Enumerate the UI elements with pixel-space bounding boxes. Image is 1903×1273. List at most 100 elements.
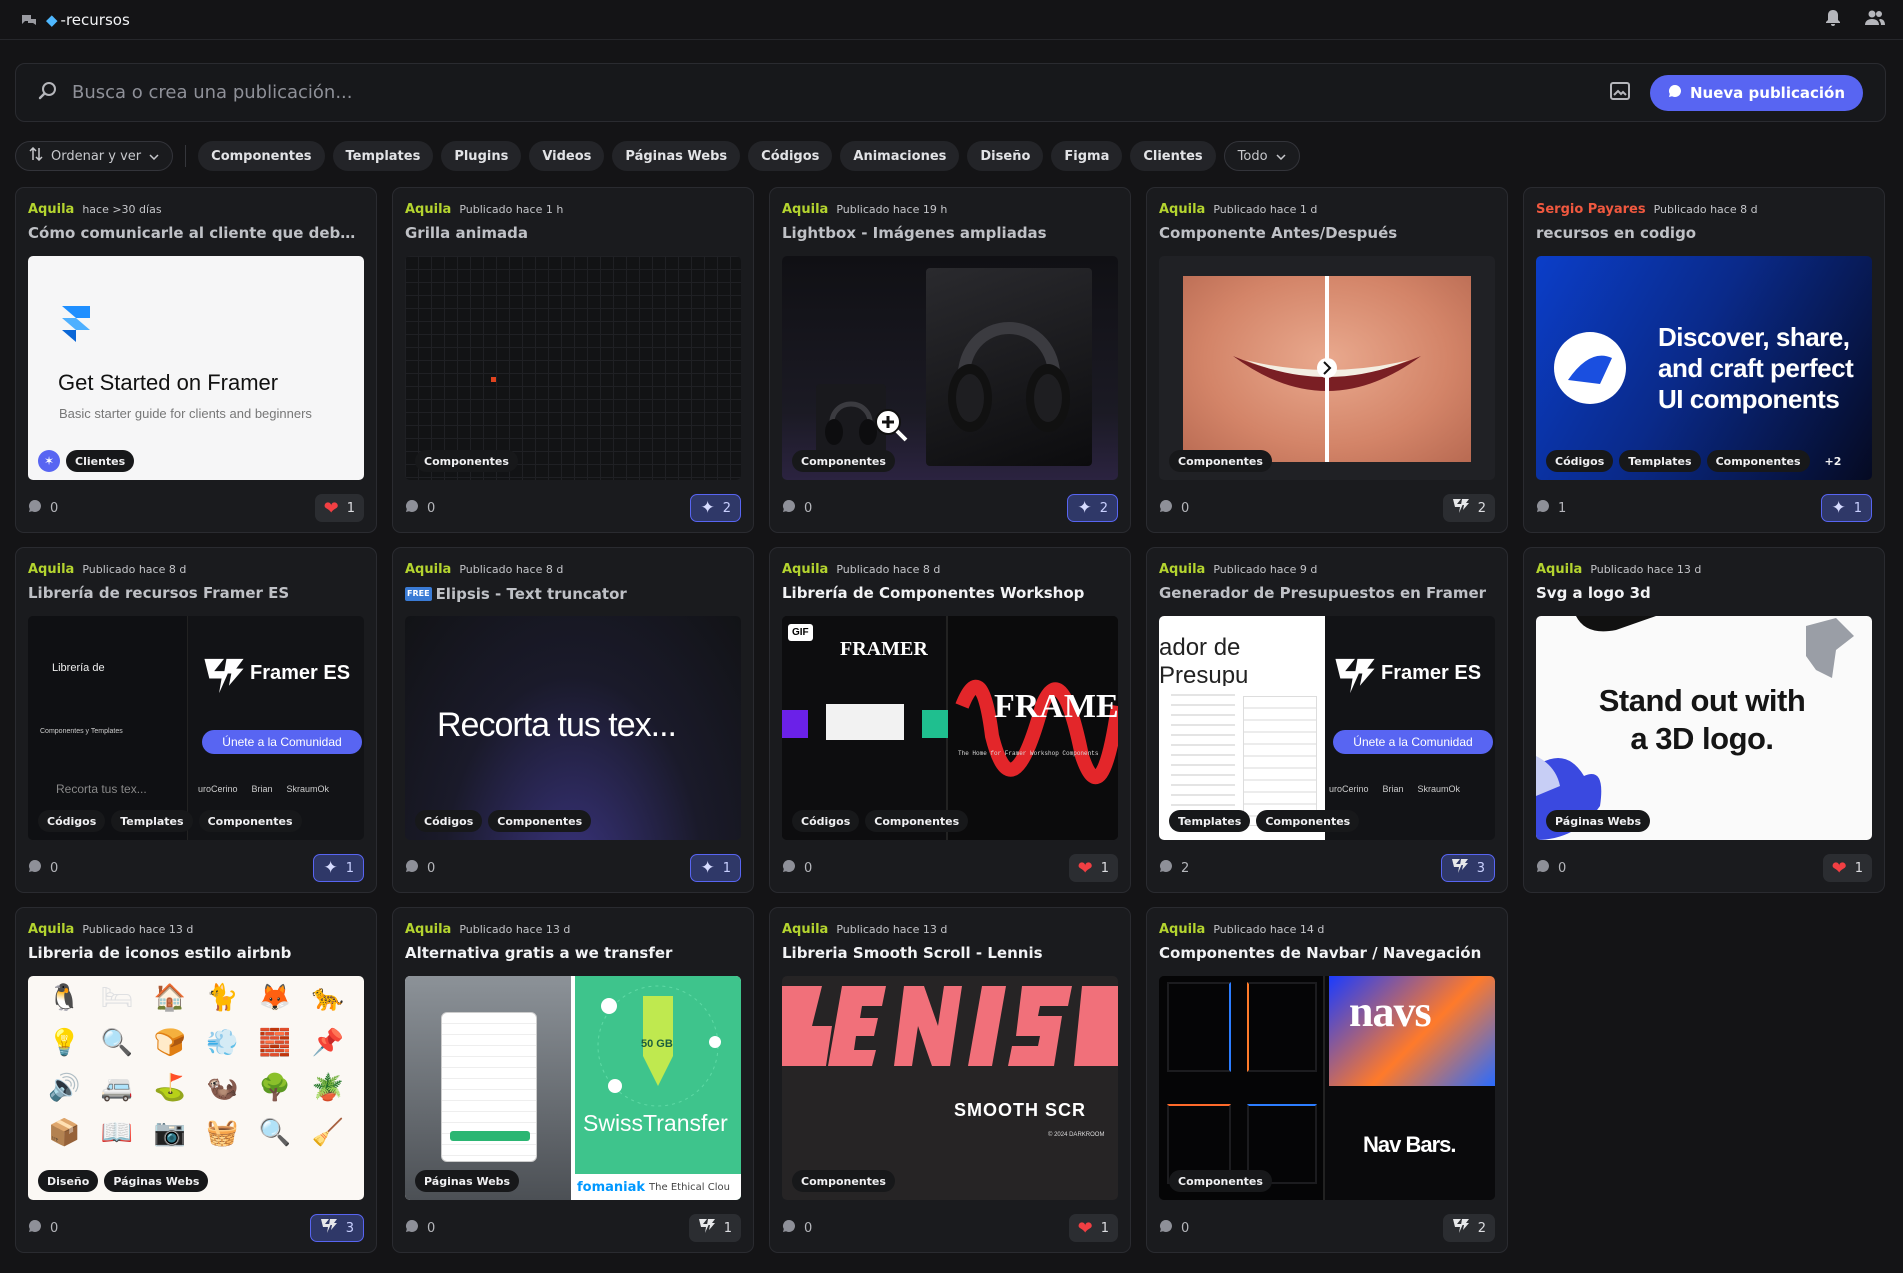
tag-filter-paginas-webs[interactable]: Páginas Webs xyxy=(612,141,741,171)
post-author[interactable]: Aquila xyxy=(1159,202,1205,217)
sort-and-view-dropdown[interactable]: Ordenar y ver xyxy=(15,141,174,171)
post-tag[interactable]: Componentes xyxy=(415,450,518,472)
post-tag[interactable]: Diseño xyxy=(38,1170,99,1192)
reaction-button[interactable]: ✦ 2 xyxy=(1067,494,1118,522)
post-card[interactable]: Aquila Publicado hace 1 d Componente Ante… xyxy=(1146,187,1508,533)
reaction-button[interactable]: ❤ 1 xyxy=(1822,854,1872,882)
member-list-icon[interactable] xyxy=(1865,9,1885,31)
reaction-count: 1 xyxy=(723,1220,732,1236)
post-tag[interactable]: Códigos xyxy=(38,810,106,832)
post-author[interactable]: Aquila xyxy=(782,562,828,577)
post-author[interactable]: Aquila xyxy=(782,202,828,217)
post-author[interactable]: Aquila xyxy=(1536,562,1582,577)
post-author[interactable]: Aquila xyxy=(28,202,74,217)
media-toggle-icon[interactable] xyxy=(1610,81,1630,105)
comment-count: 0 xyxy=(50,860,59,876)
tag-filter-figma[interactable]: Figma xyxy=(1051,141,1123,171)
notification-bell-icon[interactable] xyxy=(1825,9,1841,31)
post-thumbnail: Stand out with a 3D logo. Páginas Webs xyxy=(1536,616,1872,840)
tag-filter-animaciones[interactable]: Animaciones xyxy=(840,141,960,171)
post-tag[interactable]: Componentes xyxy=(1706,450,1810,472)
post-tag[interactable]: Componentes xyxy=(1169,1170,1272,1192)
post-tag[interactable]: Clientes xyxy=(66,450,135,472)
more-tags-count[interactable]: +2 xyxy=(1816,450,1851,472)
reaction-button[interactable]: ✦ 2 xyxy=(690,494,741,522)
post-tag[interactable]: Templates xyxy=(1619,450,1701,472)
post-tag[interactable]: Códigos xyxy=(1546,450,1614,472)
reaction-button[interactable]: 2 xyxy=(1442,1214,1495,1242)
post-tag[interactable]: Componentes xyxy=(198,810,302,832)
post-card[interactable]: Aquila Publicado hace 13 d Libreria de ic… xyxy=(15,907,377,1253)
reaction-button[interactable]: ❤ 1 xyxy=(1068,1214,1118,1242)
post-author[interactable]: Aquila xyxy=(1159,922,1205,937)
post-tag[interactable]: Componentes xyxy=(1256,810,1360,832)
post-card[interactable]: Aquila Publicado hace 13 d Libreria Smoot… xyxy=(769,907,1131,1253)
post-card[interactable]: Aquila Publicado hace 1 h Grilla animada … xyxy=(392,187,754,533)
post-tag[interactable]: Páginas Webs xyxy=(1546,810,1651,832)
van-icon: 🚐 xyxy=(100,1072,134,1103)
post-card[interactable]: Aquila Publicado hace 8 d FREE Elipsis - … xyxy=(392,547,754,893)
reaction-button[interactable]: ✦ 1 xyxy=(313,854,364,882)
tag-filter-plugins[interactable]: Plugins xyxy=(441,141,522,171)
post-author[interactable]: Aquila xyxy=(405,202,451,217)
post-author[interactable]: Aquila xyxy=(28,922,74,937)
reaction-button[interactable]: 3 xyxy=(309,1214,364,1242)
post-title: Cómo comunicarle al cliente que debe adq… xyxy=(28,224,364,242)
reaction-button[interactable]: ❤ 1 xyxy=(1068,854,1118,882)
tag-filter-clientes[interactable]: Clientes xyxy=(1130,141,1216,171)
post-footer: 0 ✦ 2 xyxy=(405,492,741,524)
post-card[interactable]: Aquila Publicado hace 9 d Generador de Pr… xyxy=(1146,547,1508,893)
thumbnail-headline: Stand out with a 3D logo. xyxy=(1598,683,1806,756)
post-author[interactable]: Aquila xyxy=(405,922,451,937)
new-post-button[interactable]: Nueva publicación xyxy=(1650,74,1863,111)
speaker-icon: 🔊 xyxy=(48,1072,81,1103)
post-footer: 0 ❤ 1 xyxy=(782,1212,1118,1244)
post-time: Publicado hace 13 d xyxy=(836,923,948,936)
post-tag[interactable]: Componentes xyxy=(792,1170,895,1192)
reaction-button[interactable]: ✦ 1 xyxy=(1821,494,1872,522)
post-card[interactable]: Aquila hace >30 días Cómo comunicarle al … xyxy=(15,187,377,533)
post-card[interactable]: Aquila Publicado hace 19 h Lightbox - Imá… xyxy=(769,187,1131,533)
post-tag[interactable]: Códigos xyxy=(415,810,483,832)
workshop-tile xyxy=(782,710,808,738)
post-card[interactable]: Aquila Publicado hace 14 d Componentes de… xyxy=(1146,907,1508,1253)
framer-es-icon xyxy=(698,1218,716,1238)
post-tag[interactable]: Componentes xyxy=(488,810,592,832)
post-tag[interactable]: Páginas Webs xyxy=(415,1170,520,1192)
post-time: Publicado hace 9 d xyxy=(1213,563,1318,576)
post-author[interactable]: Aquila xyxy=(28,562,74,577)
tag-filter-componentes[interactable]: Componentes xyxy=(198,141,325,171)
post-tag[interactable]: Componentes xyxy=(865,810,969,832)
reaction-button[interactable]: 1 xyxy=(688,1214,741,1242)
todo-dropdown[interactable]: Todo xyxy=(1223,141,1300,171)
post-card[interactable]: Aquila Publicado hace 13 d Svg a logo 3d … xyxy=(1523,547,1885,893)
post-author[interactable]: Sergio Payares xyxy=(1536,202,1646,217)
reaction-button[interactable]: 2 xyxy=(1442,494,1495,522)
post-title: Lightbox - Imágenes ampliadas xyxy=(782,224,1047,242)
post-card[interactable]: Aquila Publicado hace 8 d Librería de Com… xyxy=(769,547,1131,893)
post-tag[interactable]: Códigos xyxy=(792,810,860,832)
reaction-button[interactable]: ✦ 1 xyxy=(690,854,741,882)
post-card[interactable]: Aquila Publicado hace 13 d Alternativa gr… xyxy=(392,907,754,1253)
post-tags: Templates Componentes xyxy=(1169,810,1360,832)
post-tag[interactable]: Templates xyxy=(111,810,193,832)
post-tag[interactable]: Templates xyxy=(1169,810,1251,832)
tag-filter-codigos[interactable]: Códigos xyxy=(748,141,833,171)
post-tag[interactable]: Páginas Webs xyxy=(104,1170,209,1192)
post-card[interactable]: Aquila Publicado hace 8 d Librería de rec… xyxy=(15,547,377,893)
post-tag[interactable]: Componentes xyxy=(1169,450,1272,472)
post-tag[interactable]: Componentes xyxy=(792,450,895,472)
tag-filter-templates[interactable]: Templates xyxy=(332,141,434,171)
search-input[interactable] xyxy=(72,82,1610,103)
tag-filter-diseno[interactable]: Diseño xyxy=(967,141,1044,171)
post-author[interactable]: Aquila xyxy=(1159,562,1205,577)
post-card[interactable]: Sergio Payares Publicado hace 8 d recurso… xyxy=(1523,187,1885,533)
post-author[interactable]: Aquila xyxy=(405,562,451,577)
reaction-button[interactable]: 3 xyxy=(1440,854,1495,882)
nav-frame xyxy=(1167,982,1231,1072)
tag-filter-videos[interactable]: Videos xyxy=(529,141,605,171)
reaction-button[interactable]: ❤ 1 xyxy=(314,494,364,522)
house-icon: 🏠 xyxy=(153,983,186,1014)
comment-icon xyxy=(1159,499,1173,517)
post-author[interactable]: Aquila xyxy=(782,922,828,937)
